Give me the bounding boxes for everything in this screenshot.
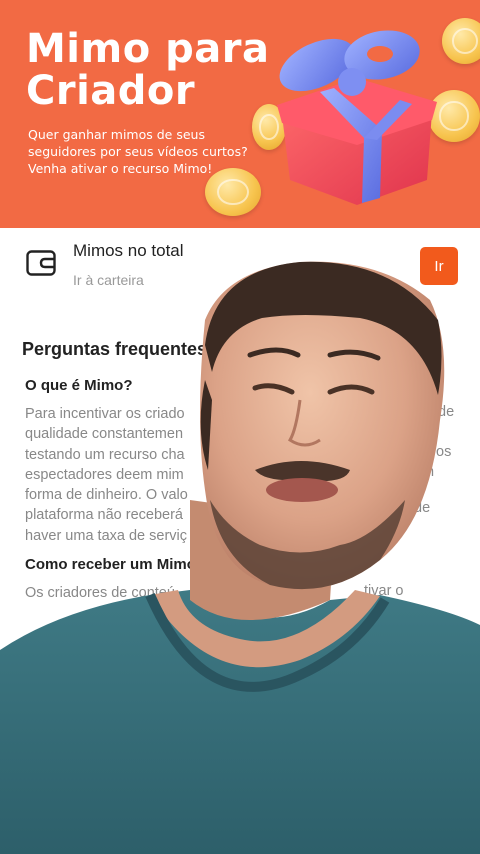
creator-person-overlay <box>0 261 480 854</box>
